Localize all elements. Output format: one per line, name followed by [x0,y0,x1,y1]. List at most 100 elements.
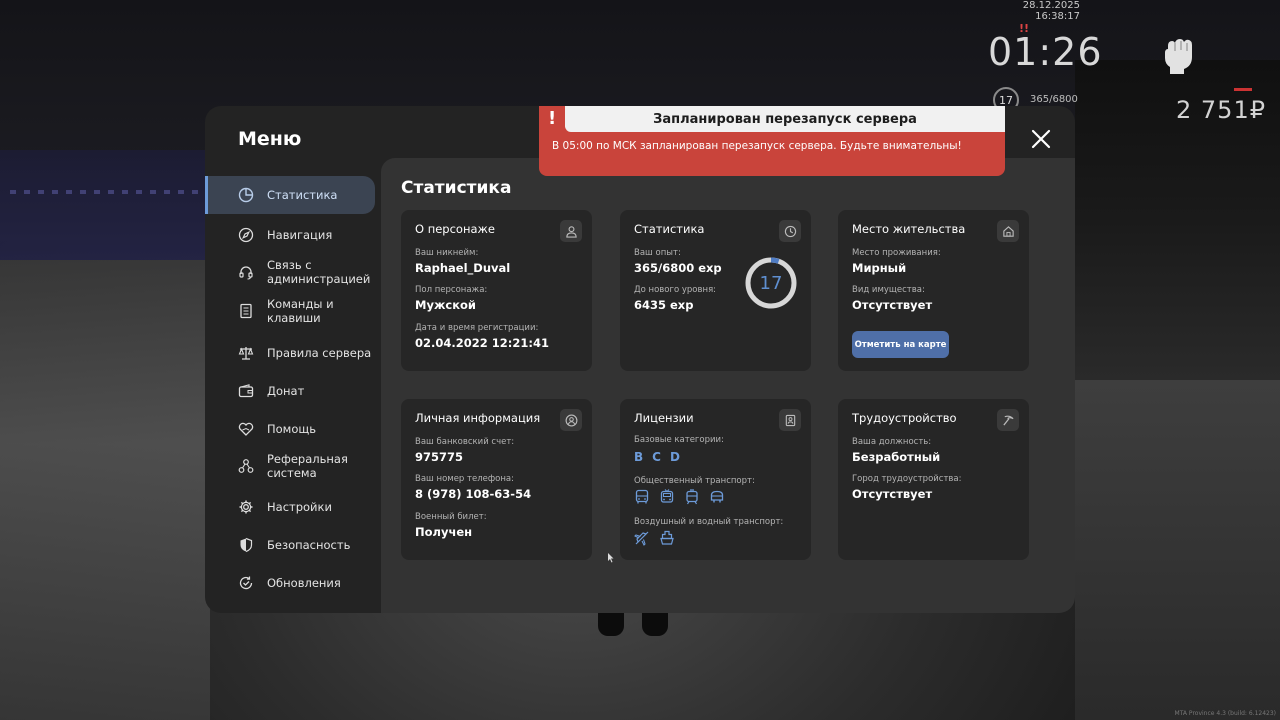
field-value: 6435 exp [634,298,694,312]
sidebar-item-security[interactable]: Безопасность [205,536,375,554]
sidebar-item-rules[interactable]: Правила сервера [205,344,375,362]
sidebar-item-label: Обновления [267,576,341,590]
card-title: Трудоустройство [852,411,957,425]
menu-window: Меню Статистика Навигация Связь с админи… [205,106,1075,613]
sidebar-item-help[interactable]: Помощь [205,420,375,438]
field-label: Ваш никнейм: [415,248,479,258]
sidebar-item-label: Связь с администрацией [267,258,371,286]
game-road [0,260,210,720]
sidebar-item-referral[interactable]: Реферальная система [205,452,375,480]
license-air-water-icons [634,530,675,546]
hud-datetime: 28.12.2025 16:38:17 [1022,0,1080,22]
field-label: Место проживания: [852,248,941,258]
field-label: Ваш банковский счет: [415,437,515,447]
card-title: Личная информация [415,411,541,425]
field-value: 8 (978) 108-63-54 [415,487,532,501]
document-icon [237,302,255,320]
card-title: Место жительства [852,222,966,236]
sidebar-item-label: Помощь [267,422,317,436]
card-personal-info: Личная информация Ваш банковский счет: 9… [401,399,592,560]
clock-icon [779,220,801,242]
update-check-icon [237,574,255,592]
sidebar-item-label: Безопасность [267,538,351,552]
field-value: 02.04.2022 12:21:41 [415,336,549,350]
warning-exclamation-icon: ! [548,108,557,129]
user-icon [560,220,582,242]
field-label: Ваша должность: [852,437,932,447]
close-icon [1031,129,1051,149]
notification-title: Запланирован перезапуск сервера [565,106,1005,132]
card-employment: Трудоустройство Ваша должность: Безработ… [838,399,1029,560]
pie-chart-icon [237,186,255,204]
field-value: Raphael_Duval [415,261,511,275]
license-category: B [634,450,644,464]
field-value: 975775 [415,450,464,464]
license-public-icons [634,489,725,505]
show-on-map-button[interactable]: Отметить на карте [852,331,949,358]
card-licenses: Лицензии Базовые категории: B C D Общест… [620,399,811,560]
field-value: Безработный [852,450,941,464]
sidebar-item-commands[interactable]: Команды и клавиши [205,297,375,325]
bus-icon [634,489,650,505]
sidebar-item-label: Навигация [267,228,333,242]
field-label: Дата и время регистрации: [415,323,539,333]
game-floor [1075,380,1280,720]
compass-icon [237,226,255,244]
card-character: О персонаже Ваш никнейм: Raphael_Duval П… [401,210,592,371]
minibus-icon [709,489,725,505]
sidebar-item-label: Донат [267,384,305,398]
field-label: Ваш номер телефона: [415,474,514,484]
sidebar-item-label: Статистика [267,188,338,202]
card-title: Статистика [634,222,705,236]
license-category: D [669,450,680,464]
hud-timer: 01:26 [988,30,1103,74]
hud-money-bar [1234,88,1252,91]
gear-icon [237,498,255,516]
license-air-water-label: Воздушный и водный транспорт: [634,517,784,527]
card-title: Лицензии [634,411,694,425]
field-value: Получен [415,525,473,539]
sidebar-item-updates[interactable]: Обновления [205,574,375,592]
tram-icon [684,489,700,505]
pickaxe-icon [997,409,1019,431]
sidebar-item-statistics[interactable]: Статистика [205,176,375,214]
scales-icon [237,344,255,362]
server-restart-notification: ! Запланирован перезапуск сервера В 05:0… [539,106,1005,176]
trolleybus-icon [659,489,675,505]
field-label: Вид имущества: [852,285,925,295]
sidebar-item-admin-contact[interactable]: Связь с администрацией [205,258,375,286]
field-value: 365/6800 exp [634,261,722,275]
field-label: Город трудоустройства: [852,474,962,484]
hud-money: 2 751₽ [1176,96,1266,124]
level-number: 17 [759,272,783,294]
content-panel: Статистика О персонаже Ваш никнейм: Raph… [381,158,1075,613]
boat-icon [659,530,675,546]
field-label: Пол персонажа: [415,285,488,295]
card-title: О персонаже [415,222,495,236]
close-button[interactable] [1028,126,1054,152]
license-public-label: Общественный транспорт: [634,476,755,486]
menu-title: Меню [238,128,302,150]
sidebar-item-donate[interactable]: Донат [205,382,375,400]
card-residence: Место жительства Место проживания: Мирны… [838,210,1029,371]
wallet-icon [237,382,255,400]
shield-icon [237,536,255,554]
player-feet [598,612,672,638]
field-value: Отсутствует [852,298,933,312]
card-statistics: Статистика Ваш опыт: 365/6800 exp До нов… [620,210,811,371]
license-base-categories: B C D [634,450,680,464]
field-label: Ваш опыт: [634,248,681,258]
field-label: Военный билет: [415,512,487,522]
id-card-icon [779,409,801,431]
sidebar-item-label: Правила сервера [267,346,372,360]
license-base-label: Базовые категории: [634,435,724,445]
sidebar-item-label: Команды и клавиши [267,297,334,325]
sidebar-item-settings[interactable]: Настройки [205,498,375,516]
sidebar-item-navigation[interactable]: Навигация [205,226,375,244]
user-circle-icon [560,409,582,431]
notification-message: В 05:00 по МСК запланирован перезапуск с… [552,140,962,152]
build-info: MTA Province 4.3 (build: 6.12423) [1174,710,1276,717]
plane-icon [634,530,650,546]
sidebar-item-label: Реферальная система [267,452,348,480]
content-title: Статистика [401,178,512,198]
